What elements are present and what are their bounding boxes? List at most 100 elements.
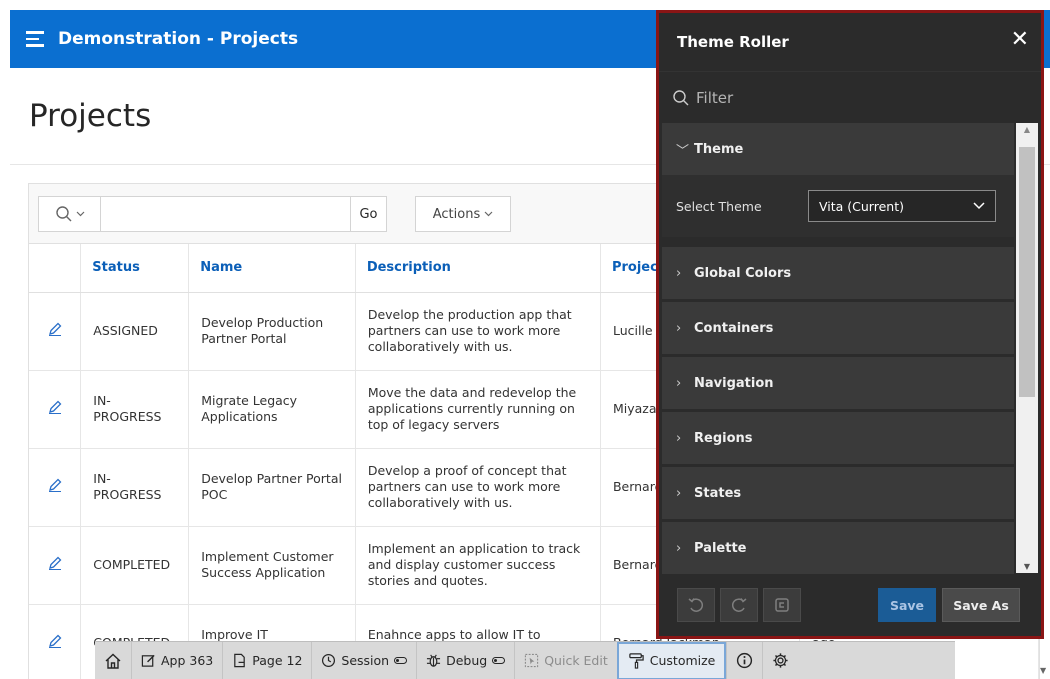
search-icon [673,89,689,105]
select-theme-value: Vita (Current) [819,198,904,214]
edit-icon[interactable] [47,321,63,337]
developer-toolbar: App 363 Page 12 Session Debug Quick Edit… [95,641,955,679]
quick-edit-icon [525,653,539,668]
select-theme-dropdown[interactable]: Vita (Current) [808,190,996,222]
go-button[interactable]: Go [351,197,386,231]
column-header-description[interactable]: Description [355,244,601,293]
undo-button[interactable] [677,588,715,622]
chevron-right-icon: › [676,375,682,391]
name-cell: Develop Production Partner Portal [188,292,356,371]
home-icon [105,653,121,669]
info-button[interactable] [727,642,762,679]
quick-edit-button[interactable]: Quick Edit [515,642,617,679]
search-icon [55,206,71,222]
theme-roller-header: Theme Roller ✕ [659,13,1041,71]
info-icon [737,652,753,669]
actions-button[interactable]: Actions [415,196,511,232]
quick-edit-label: Quick Edit [544,653,608,668]
settings-button[interactable] [763,642,798,679]
chevron-down-icon [973,202,985,210]
theme-roller-dialog: Theme Roller ✕ ﹀ Theme Select Theme Vita… [656,10,1044,639]
redo-icon [731,598,747,612]
redo-button[interactable] [720,588,758,622]
scroll-up-icon[interactable]: ▲ [1016,125,1038,134]
save-button[interactable]: Save [878,588,936,622]
description-cell: Implement an application to track and di… [355,526,601,605]
edit-icon[interactable] [47,399,63,415]
description-cell: Move the data and redevelop the applicat… [355,370,601,449]
paint-roller-icon [629,653,644,669]
filter-input[interactable] [696,88,896,107]
undo-icon [688,598,704,612]
reset-icon [775,598,789,612]
section-containers[interactable]: › Containers [662,302,1014,354]
app-title[interactable]: Demonstration - Projects [58,29,298,49]
customize-label: Customize [649,653,716,668]
name-cell: Develop Partner Portal POC [188,448,356,527]
page-label: Page 12 [252,653,303,668]
chevron-right-icon: › [676,485,682,501]
chevron-right-icon: › [676,540,682,556]
section-navigation[interactable]: › Navigation [662,357,1014,409]
theme-roller-title: Theme Roller [677,33,789,51]
section-palette[interactable]: › Palette [662,522,1014,574]
status-cell: ASSIGNED [80,292,190,371]
edit-icon[interactable] [47,555,63,571]
reset-button[interactable] [763,588,801,622]
toggle-icon [394,657,408,664]
chevron-right-icon: › [676,430,682,446]
section-theme[interactable]: ﹀ Theme [662,123,1014,175]
page-scroll-down-icon[interactable]: ▼ [1040,666,1050,675]
name-cell: Migrate Legacy Applications [188,370,356,449]
scrollbar[interactable]: ▲ ▼ [1016,123,1038,573]
session-label: Session [341,653,390,668]
theme-roller-body: ﹀ Theme Select Theme Vita (Current) › Gl… [659,123,1041,575]
section-label: Theme [694,141,744,157]
debug-button[interactable]: Debug [417,642,514,679]
edit-icon[interactable] [47,633,63,649]
gear-icon [773,653,788,668]
select-theme-label: Select Theme [676,198,762,214]
toggle-icon [492,657,506,664]
edit-cell [29,604,82,679]
chevron-right-icon: › [676,265,682,281]
name-cell: Implement Customer Success Application [188,526,356,605]
page-button[interactable]: Page 12 [223,642,311,679]
close-icon[interactable]: ✕ [1011,29,1029,51]
section-label: Regions [694,430,753,446]
app-button[interactable]: App 363 [132,642,222,679]
section-global-colors[interactable]: › Global Colors [662,247,1014,299]
bug-icon [427,654,441,667]
section-regions[interactable]: › Regions [662,412,1014,464]
edit-cell [29,292,82,371]
status-cell: IN-PROGRESS [80,370,190,449]
description-cell: Develop the production app that partners… [355,292,601,371]
customize-button[interactable]: Customize [616,641,727,679]
search-column-selector[interactable] [39,197,101,231]
status-cell: COMPLETED [80,526,190,605]
clock-icon [322,653,336,668]
section-label: Palette [694,540,747,556]
search-input[interactable] [101,197,351,231]
session-button[interactable]: Session [312,642,416,679]
debug-label: Debug [446,653,488,668]
edit-cell [29,448,82,527]
chevron-right-icon: › [676,320,682,336]
section-label: States [694,485,742,501]
edit-icon [141,654,155,667]
scroll-down-icon[interactable]: ▼ [1016,562,1038,571]
scrollbar-thumb[interactable] [1019,147,1035,397]
column-header-name[interactable]: Name [188,244,356,293]
chevron-down-icon [484,211,493,217]
description-cell: Develop a proof of concept that partners… [355,448,601,527]
menu-icon[interactable] [26,31,44,47]
save-as-button[interactable]: Save As [942,588,1020,622]
search-group: Go [38,196,387,232]
home-button[interactable] [95,642,131,679]
column-header-status[interactable]: Status [80,244,190,293]
theme-roller-footer: Save Save As [659,574,1041,636]
filter-bar [659,71,1041,123]
theme-section-body: Select Theme Vita (Current) [662,175,1014,237]
edit-icon[interactable] [47,477,63,493]
section-states[interactable]: › States [662,467,1014,519]
